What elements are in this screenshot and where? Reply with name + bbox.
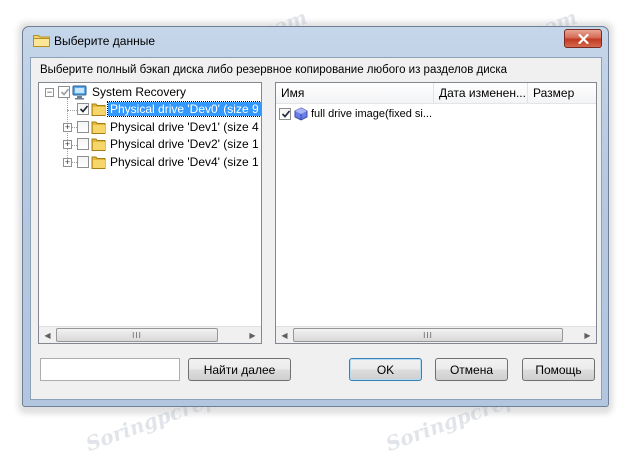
close-icon — [577, 33, 589, 44]
check-icon — [79, 105, 89, 113]
cancel-button[interactable]: Отмена — [435, 358, 508, 381]
scroll-thumb[interactable]: III — [56, 328, 218, 342]
computer-icon — [72, 85, 87, 100]
list-item-name: full drive image(fixed si... — [311, 108, 433, 120]
folder-icon — [91, 103, 106, 116]
tree-checkbox-root[interactable] — [58, 86, 70, 98]
ok-button[interactable]: OK — [349, 358, 422, 381]
tree-item-dev4[interactable]: Physical drive 'Dev4' (size 1 — [110, 155, 259, 169]
help-button[interactable]: Помощь — [522, 358, 595, 381]
find-next-button[interactable]: Найти далее — [188, 358, 291, 381]
close-button[interactable] — [564, 29, 602, 48]
scroll-left-arrow[interactable]: ◀ — [39, 327, 56, 343]
collapse-toggle[interactable]: − — [45, 88, 54, 97]
horizontal-scrollbar[interactable]: ◀ III ▶ — [276, 326, 596, 343]
file-list[interactable]: Имя Дата изменен... Размер full drive im… — [275, 82, 597, 344]
title-bar[interactable]: Выберите данные — [23, 27, 608, 55]
folder-icon — [91, 156, 106, 169]
tree-view[interactable]: − System Recovery Physical drive 'Dev0' … — [38, 82, 262, 344]
folder-icon — [33, 35, 50, 47]
column-header-date[interactable]: Дата изменен... — [434, 83, 528, 103]
dialog-description: Выберите полный бэкап диска либо резервн… — [40, 64, 508, 76]
check-icon — [60, 88, 70, 96]
header-divider — [276, 103, 596, 104]
expand-toggle[interactable]: + — [63, 158, 72, 167]
tree-checkbox-dev4[interactable] — [77, 156, 89, 168]
dialog-window: Выберите данные Выберите полный бэкап ди… — [22, 26, 609, 407]
tree-item-dev1[interactable]: Physical drive 'Dev1' (size 4 — [110, 120, 259, 134]
expand-toggle[interactable]: + — [63, 140, 72, 149]
folder-icon — [91, 138, 106, 151]
tree-checkbox-dev0[interactable] — [77, 103, 89, 115]
horizontal-scrollbar[interactable]: ◀ III ▶ — [39, 326, 261, 343]
check-icon — [281, 110, 291, 118]
window-title: Выберите данные — [54, 34, 156, 48]
scroll-right-arrow[interactable]: ▶ — [244, 327, 261, 343]
column-header-name[interactable]: Имя — [276, 83, 434, 103]
tree-checkbox-dev2[interactable] — [77, 138, 89, 150]
tree-item-dev0[interactable]: Physical drive 'Dev0' (size 9 — [107, 101, 261, 117]
tree-root-label[interactable]: System Recovery — [92, 85, 186, 99]
disk-image-icon — [294, 107, 308, 121]
tree-checkbox-dev1[interactable] — [77, 121, 89, 133]
scroll-left-arrow[interactable]: ◀ — [276, 327, 293, 343]
scroll-thumb[interactable]: III — [293, 328, 563, 342]
tree-item-dev2[interactable]: Physical drive 'Dev2' (size 1 — [110, 137, 259, 151]
folder-icon — [91, 121, 106, 134]
dialog-client-area: Выберите полный бэкап диска либо резервн… — [30, 57, 602, 400]
search-input[interactable] — [40, 358, 180, 381]
list-item[interactable]: full drive image(fixed si... — [279, 106, 432, 122]
tree-line — [67, 110, 77, 111]
expand-toggle[interactable]: + — [63, 123, 72, 132]
column-header-size[interactable]: Размер — [528, 83, 596, 103]
list-item-checkbox[interactable] — [279, 108, 291, 120]
scroll-right-arrow[interactable]: ▶ — [579, 327, 596, 343]
